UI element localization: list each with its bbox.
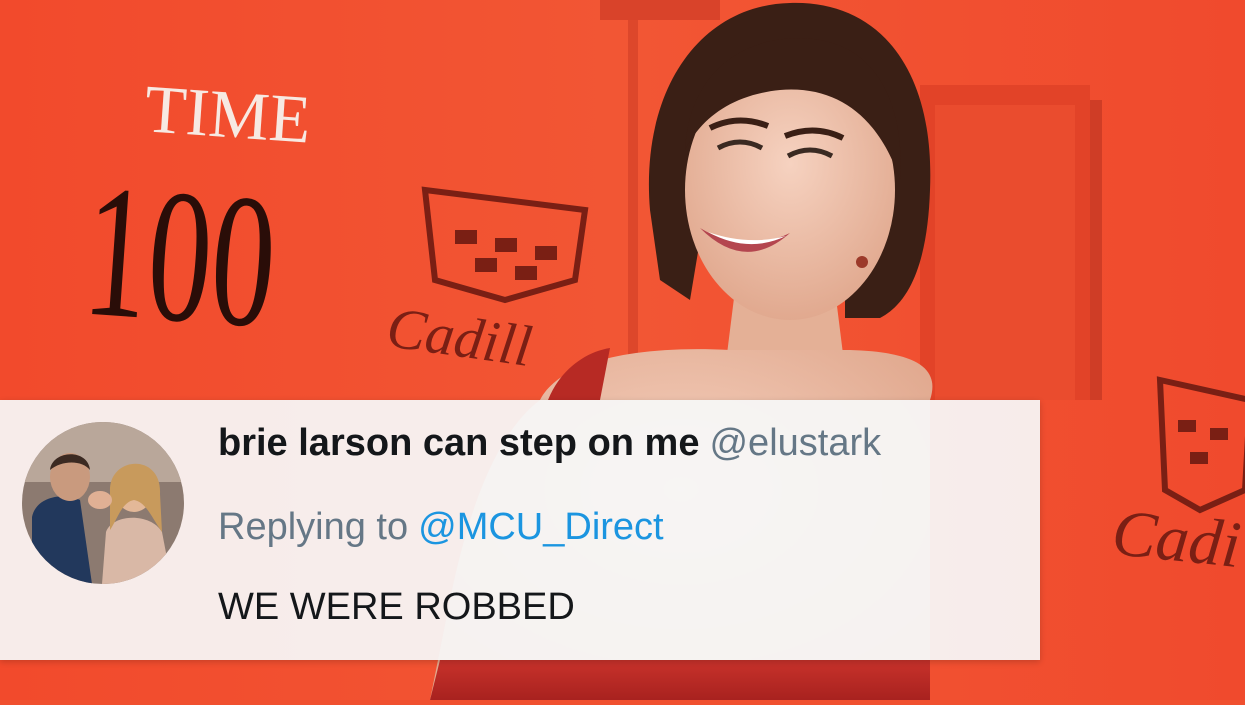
display-name[interactable]: brie larson can step on me — [218, 422, 699, 464]
reply-target-link[interactable]: @MCU_Direct — [418, 506, 663, 548]
tweet-header: brie larson can step on me @elustark — [218, 422, 881, 465]
tweet-card[interactable]: brie larson can step on me @elustark Repl… — [0, 400, 1040, 660]
reply-context: Replying to @MCU_Direct — [218, 506, 664, 549]
cadillac-wordmark-right: Cadi — [1109, 496, 1244, 582]
tweet-text: WE WERE ROBBED — [218, 586, 575, 628]
reply-prefix: Replying to — [218, 506, 409, 548]
time-logo-text: TIME — [142, 70, 313, 157]
avatar[interactable] — [22, 422, 184, 584]
user-handle[interactable]: @elustark — [709, 422, 881, 464]
avatar-photo — [22, 422, 184, 584]
time-100-text: 100 — [78, 146, 282, 369]
